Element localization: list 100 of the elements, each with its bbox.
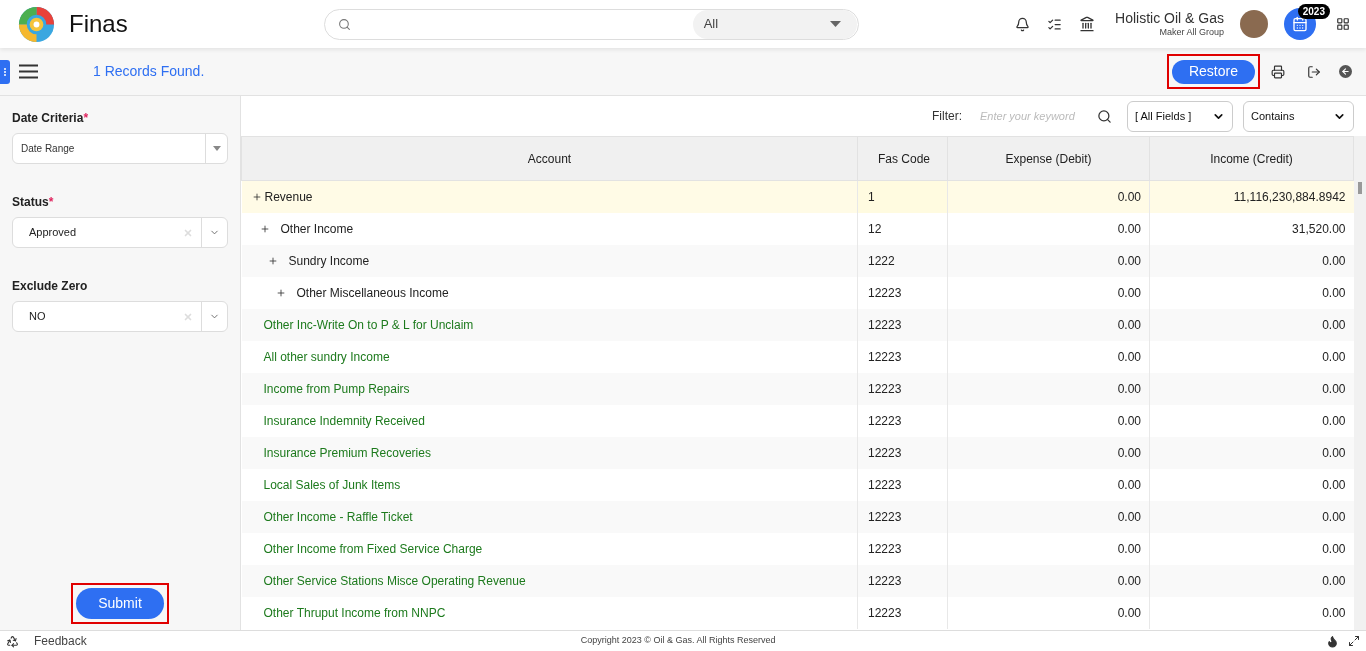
side-tab[interactable] [0, 59, 10, 84]
fullscreen-icon[interactable] [1348, 635, 1360, 647]
table-row[interactable]: Other Miscellaneous Income 12223 0.00 0.00 [241, 276, 1354, 309]
field-label: Status* [12, 194, 55, 211]
table-cell: 0.00 [947, 308, 1150, 341]
table-cell: 0.00 [1149, 276, 1354, 309]
account-name: Local Sales of Junk Items [263, 476, 401, 494]
table-cell: 0.00 [1149, 532, 1354, 565]
table-cell: 12223 [857, 340, 948, 373]
table-cell: 0.00 [947, 340, 1150, 373]
column-header[interactable]: Account [241, 136, 858, 181]
table-cell: 0.00 [1149, 340, 1354, 373]
table-cell: 0.00 [1149, 596, 1354, 629]
table-row[interactable]: Income from Pump Repairs 12223 0.00 0.00 [241, 372, 1354, 405]
menu-icon[interactable] [19, 64, 38, 79]
restore-button[interactable]: Restore [1171, 59, 1255, 84]
table-cell: 12223 [857, 436, 948, 469]
filter-label: Filter: [932, 108, 962, 125]
filter-field[interactable]: Enter your keyword [972, 107, 1087, 125]
feedback-link[interactable]: Feedback [34, 632, 87, 650]
search-icon[interactable] [1097, 108, 1112, 124]
account-name: Insurance Indemnity Received [263, 412, 425, 430]
field-label: Exclude Zero [12, 278, 89, 295]
table-row[interactable]: Revenue 1 0.00 11,116,230,884.8942 [241, 180, 1354, 213]
table-row[interactable]: Local Sales of Junk Items 12223 0.00 0.00 [241, 468, 1354, 501]
table-cell: 0.00 [947, 180, 1150, 213]
column-header[interactable]: Expense (Debit) [947, 136, 1150, 181]
expand-icon[interactable] [251, 191, 262, 202]
table-cell: 0.00 [947, 276, 1150, 309]
table-cell: 0.00 [1149, 244, 1354, 277]
table-row[interactable]: Other Income 12 0.00 31,520.00 [241, 212, 1354, 245]
expand-icon[interactable] [259, 223, 270, 234]
table-row[interactable]: All other sundry Income 12223 0.00 0.00 [241, 340, 1354, 373]
table-cell: 0.00 [947, 372, 1150, 405]
table-row[interactable]: Other Service Stations Misce Operating Revenue 12223 0.00 0.00 [241, 564, 1354, 597]
recycle-icon[interactable] [6, 634, 19, 648]
table-cell: 0.00 [1149, 564, 1354, 597]
table-cell: 0.00 [947, 532, 1150, 565]
calendar-icon [1292, 16, 1308, 32]
expand-icon[interactable] [275, 287, 286, 298]
table-row[interactable]: Other Inc-Write On to P & L for Unclaim 12223 0.00 0.00 [241, 308, 1354, 341]
table-cell: 12223 [857, 372, 948, 405]
table-cell: 11,116,230,884.8942 [1149, 180, 1354, 213]
notification-icon[interactable] [1015, 16, 1031, 32]
column-header[interactable]: Fas Code [857, 136, 948, 181]
field-label: Date Criteria* [12, 110, 90, 127]
table-cell: 1222 [857, 244, 948, 277]
account-name: Revenue [264, 188, 313, 206]
company-name: Holistic Oil & Gas [1115, 9, 1224, 28]
select-field[interactable]: Approved [12, 217, 228, 248]
table-cell: 0.00 [947, 500, 1150, 533]
account-name: Other Thruput Income from NNPC [263, 604, 446, 622]
table-cell: 0.00 [947, 404, 1150, 437]
table-row[interactable]: Other Income - Raffle Ticket 12223 0.00 0.00 [241, 500, 1354, 533]
table-cell: 0.00 [947, 436, 1150, 469]
scope-select[interactable]: All [692, 9, 857, 39]
table-row[interactable]: Other Thruput Income from NNPC 12223 0.00 0.00 [241, 596, 1354, 629]
account-name: Income from Pump Repairs [263, 380, 410, 398]
table-cell: 0.00 [1149, 372, 1354, 405]
submit-button[interactable]: Submit [76, 588, 164, 619]
table-cell: 0.00 [1149, 308, 1354, 341]
table-cell: 12223 [857, 500, 948, 533]
table-row[interactable]: Sundry Income 1222 0.00 0.00 [241, 244, 1354, 277]
table-cell: 0.00 [1149, 468, 1354, 501]
copyright-text: Copyright 2023 © Oil & Gas. All Rights Reserved [580, 634, 776, 648]
flame-icon[interactable] [1326, 634, 1339, 648]
logo-icon [17, 4, 56, 44]
table-cell: 0.00 [947, 212, 1150, 245]
table-cell: 0.00 [947, 468, 1150, 501]
account-name: Other Inc-Write On to P & L for Unclaim [263, 316, 474, 334]
avatar[interactable] [1240, 10, 1268, 38]
account-name: Other Income from Fixed Service Charge [263, 540, 483, 558]
select-field[interactable]: NO [12, 301, 228, 332]
print-icon[interactable] [1271, 64, 1285, 79]
table-cell: 12 [857, 212, 948, 245]
table-cell: 12223 [857, 468, 948, 501]
export-icon[interactable] [1307, 64, 1321, 79]
table-cell: 12223 [857, 404, 948, 437]
table-cell: 12223 [857, 532, 948, 565]
scrollbar[interactable] [1354, 136, 1366, 630]
grid-icon[interactable] [1336, 17, 1350, 31]
account-name: Sundry Income [288, 252, 370, 270]
records-count: 1 Records Found. [93, 62, 205, 81]
table-row[interactable]: Insurance Indemnity Received 12223 0.00 0.00 [241, 404, 1354, 437]
account-name: Other Income [280, 220, 354, 238]
back-icon[interactable] [1339, 65, 1352, 78]
search-icon [337, 17, 351, 31]
bank-icon[interactable] [1079, 16, 1096, 32]
table-row[interactable]: Other Income from Fixed Service Charge 12223 0.00 0.00 [241, 532, 1354, 565]
operator-select[interactable]: Contains [1243, 100, 1354, 132]
select-field[interactable]: Date Range [12, 133, 228, 164]
table-cell: 0.00 [1149, 404, 1354, 437]
checklist-icon[interactable] [1047, 16, 1063, 32]
field-select[interactable]: [ All Fields ] [1127, 100, 1233, 132]
column-header[interactable]: Income (Credit) [1149, 136, 1354, 181]
table-row[interactable]: Insurance Premium Recoveries 12223 0.00 0.00 [241, 436, 1354, 469]
expand-icon[interactable] [267, 255, 278, 266]
account-name: Other Miscellaneous Income [296, 284, 449, 302]
table-cell: 0.00 [1149, 500, 1354, 533]
table-cell: 12223 [857, 596, 948, 629]
